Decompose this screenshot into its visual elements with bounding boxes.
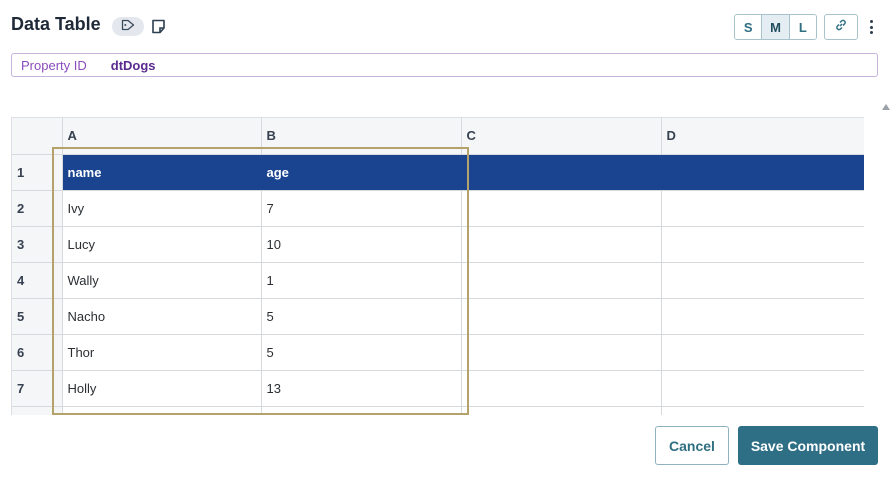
cancel-button[interactable]: Cancel xyxy=(655,426,729,465)
table-row: 5 Nacho 5 xyxy=(12,298,864,335)
link-button[interactable] xyxy=(824,14,858,40)
row-header[interactable]: 1 xyxy=(12,154,63,191)
table-cell[interactable] xyxy=(461,190,662,227)
table-cell[interactable]: Wally xyxy=(62,262,262,299)
table-cell[interactable]: Nacho xyxy=(62,298,262,335)
size-toggle-group: S M L xyxy=(734,14,817,40)
save-component-button[interactable]: Save Component xyxy=(738,426,878,465)
table-row xyxy=(12,406,864,415)
table-cell[interactable]: 7 xyxy=(261,190,462,227)
table-cell[interactable]: 13 xyxy=(261,370,462,407)
table-cell[interactable] xyxy=(461,226,662,263)
table-row: 7 Holly 13 xyxy=(12,370,864,407)
table-cell[interactable] xyxy=(460,154,662,191)
spreadsheet-grid[interactable]: A B C D 1 name age 2 Ivy 7 3 Lucy 10 4 W… xyxy=(11,117,864,415)
table-row: 4 Wally 1 xyxy=(12,262,864,299)
table-cell[interactable] xyxy=(461,298,662,335)
corner-cell[interactable] xyxy=(12,118,63,155)
property-id-field[interactable]: Property ID dtDogs xyxy=(11,53,878,77)
table-cell[interactable]: 5 xyxy=(261,334,462,371)
more-options-icon[interactable] xyxy=(864,17,878,37)
row-header[interactable] xyxy=(12,406,63,415)
column-header[interactable]: D xyxy=(661,118,864,155)
column-header[interactable]: C xyxy=(461,118,662,155)
row-header[interactable]: 5 xyxy=(12,298,63,335)
table-cell[interactable]: Thor xyxy=(62,334,262,371)
row-header[interactable]: 4 xyxy=(12,262,63,299)
table-cell[interactable] xyxy=(661,406,864,415)
link-icon xyxy=(834,18,848,37)
table-cell[interactable]: Ivy xyxy=(62,190,262,227)
table-cell[interactable] xyxy=(461,406,662,415)
column-header-row: A B C D xyxy=(12,118,864,155)
table-cell[interactable] xyxy=(661,334,864,371)
row-header[interactable]: 2 xyxy=(12,190,63,227)
table-cell[interactable]: name xyxy=(62,154,262,191)
table-cell[interactable] xyxy=(62,406,262,415)
header: Data Table S M L xyxy=(11,12,878,40)
row-header[interactable]: 3 xyxy=(12,226,63,263)
table-cell[interactable] xyxy=(661,298,864,335)
size-s-button[interactable]: S xyxy=(735,15,762,39)
row-header[interactable]: 6 xyxy=(12,334,63,371)
tag-icon xyxy=(121,18,135,36)
row-header[interactable]: 7 xyxy=(12,370,63,407)
column-header[interactable]: A xyxy=(62,118,262,155)
table-row: 2 Ivy 7 xyxy=(12,190,864,227)
table-cell[interactable] xyxy=(461,262,662,299)
table-cell[interactable] xyxy=(661,226,864,263)
table-cell[interactable]: 5 xyxy=(261,298,462,335)
property-id-label: Property ID xyxy=(21,57,87,73)
table-cell[interactable] xyxy=(461,370,662,407)
size-m-button[interactable]: M xyxy=(761,15,789,39)
table-cell[interactable] xyxy=(661,370,864,407)
size-l-button[interactable]: L xyxy=(788,15,816,39)
table-cell[interactable]: Lucy xyxy=(62,226,262,263)
table-row: 3 Lucy 10 xyxy=(12,226,864,263)
note-icon[interactable] xyxy=(150,17,166,35)
scroll-up-icon[interactable] xyxy=(882,103,890,111)
column-header[interactable]: B xyxy=(261,118,462,155)
table-cell[interactable] xyxy=(660,154,864,191)
page-title: Data Table xyxy=(11,14,101,34)
table-cell[interactable] xyxy=(661,262,864,299)
table-cell[interactable]: 1 xyxy=(261,262,462,299)
table-cell[interactable]: 10 xyxy=(261,226,462,263)
table-row: 1 name age xyxy=(12,154,864,191)
table-cell[interactable] xyxy=(261,406,462,415)
table-cell[interactable]: age xyxy=(261,154,462,191)
table-row: 6 Thor 5 xyxy=(12,334,864,371)
tag-button[interactable] xyxy=(112,17,144,36)
table-cell[interactable] xyxy=(461,334,662,371)
property-id-value: dtDogs xyxy=(110,57,156,73)
table-cell[interactable]: Holly xyxy=(62,370,262,407)
table-cell[interactable] xyxy=(661,190,864,227)
